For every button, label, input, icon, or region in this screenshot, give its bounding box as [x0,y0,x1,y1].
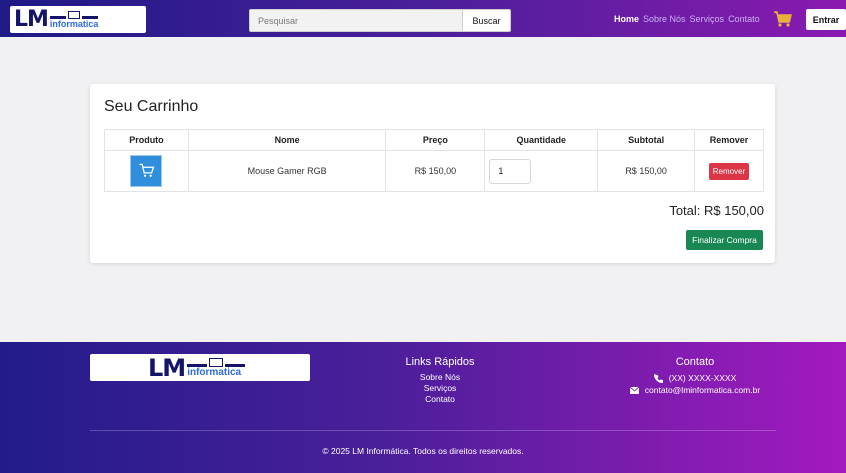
logo-graphic: informatica [49,10,99,29]
column-header-quantity: Quantidade [484,129,599,151]
checkout-button[interactable]: Finalizar Compra [686,230,763,250]
footer-link-services[interactable]: Serviços [340,383,540,394]
product-price: R$ 150,00 [385,150,486,192]
column-header-name: Nome [187,129,387,151]
nav-services[interactable]: Serviços [690,14,725,24]
footer: LM informatica Links Rápidos Sobre Nós S… [0,342,846,473]
email-address[interactable]: contato@lminformatica.com.br [645,384,760,396]
search-input[interactable] [249,9,462,32]
logo-subtitle: informatica [49,18,99,29]
envelope-icon [629,386,639,394]
product-cell [104,150,189,192]
footer-logo[interactable]: LM informatica [90,354,310,381]
login-button[interactable]: Entrar [806,9,846,30]
shopping-cart-icon[interactable] [773,10,793,28]
logo-monitor-icon [67,10,80,19]
footer-link-contact[interactable]: Contato [340,394,540,405]
logo-monitor-icon [209,357,224,367]
phone-number: (XX) XXXX-XXXX [668,373,737,383]
search-bar: Buscar [249,9,511,32]
contact-heading: Contato [675,356,715,368]
quick-links-heading: Links Rápidos [405,356,475,368]
logo-letters: LM [14,6,49,32]
nav-about[interactable]: Sobre Nós [643,14,686,24]
quantity-cell [484,150,599,192]
column-header-product: Produto [104,129,189,151]
cart-total: Total: R$ 150,00 [669,203,764,218]
logo-graphic: informatica [187,357,246,378]
nav-home[interactable]: Home [614,14,639,24]
page-title: Seu Carrinho [104,98,199,115]
remove-cell: Remover [694,150,764,192]
product-name: Mouse Gamer RGB [187,150,387,192]
copyright-text: © 2025 LM Informática. Todos os direitos… [322,446,524,456]
column-header-subtotal: Subtotal [597,129,696,151]
product-image[interactable] [130,155,163,187]
brand-logo[interactable]: LM informatica [10,6,146,33]
top-navbar: LM informatica Buscar Home Sobre Nós Ser… [0,0,846,37]
quick-links: Links Rápidos Sobre Nós Serviços Contato [340,356,540,405]
contact-phone: (XX) XXXX-XXXX [585,372,805,384]
search-button[interactable]: Buscar [462,9,511,32]
cart-card: Seu Carrinho Produto Nome Preço Quantida… [90,84,775,263]
contact-email: contato@lminformatica.com.br [585,384,805,396]
table-row: Mouse Gamer RGB R$ 150,00 R$ 150,00 Remo… [104,150,764,192]
remove-button[interactable]: Remover [709,162,749,180]
contact-info: Contato (XX) XXXX-XXXX contato@lminforma… [585,356,805,396]
footer-divider [90,430,776,431]
logo-letters: LM [148,354,186,381]
table-header-row: Produto Nome Preço Quantidade Subtotal R… [104,129,764,151]
main-nav: Home Sobre Nós Serviços Contato [614,14,764,24]
cart-table: Produto Nome Preço Quantidade Subtotal R… [104,129,764,192]
phone-icon [653,373,663,383]
column-header-price: Preço [385,129,486,151]
footer-link-about[interactable]: Sobre Nós [340,372,540,383]
nav-contact[interactable]: Contato [728,14,760,24]
column-header-remove: Remover [694,129,764,151]
shopping-cart-icon [139,163,155,177]
quantity-input[interactable] [489,158,532,184]
product-subtotal: R$ 150,00 [597,150,696,192]
logo-subtitle: informatica [187,366,242,378]
